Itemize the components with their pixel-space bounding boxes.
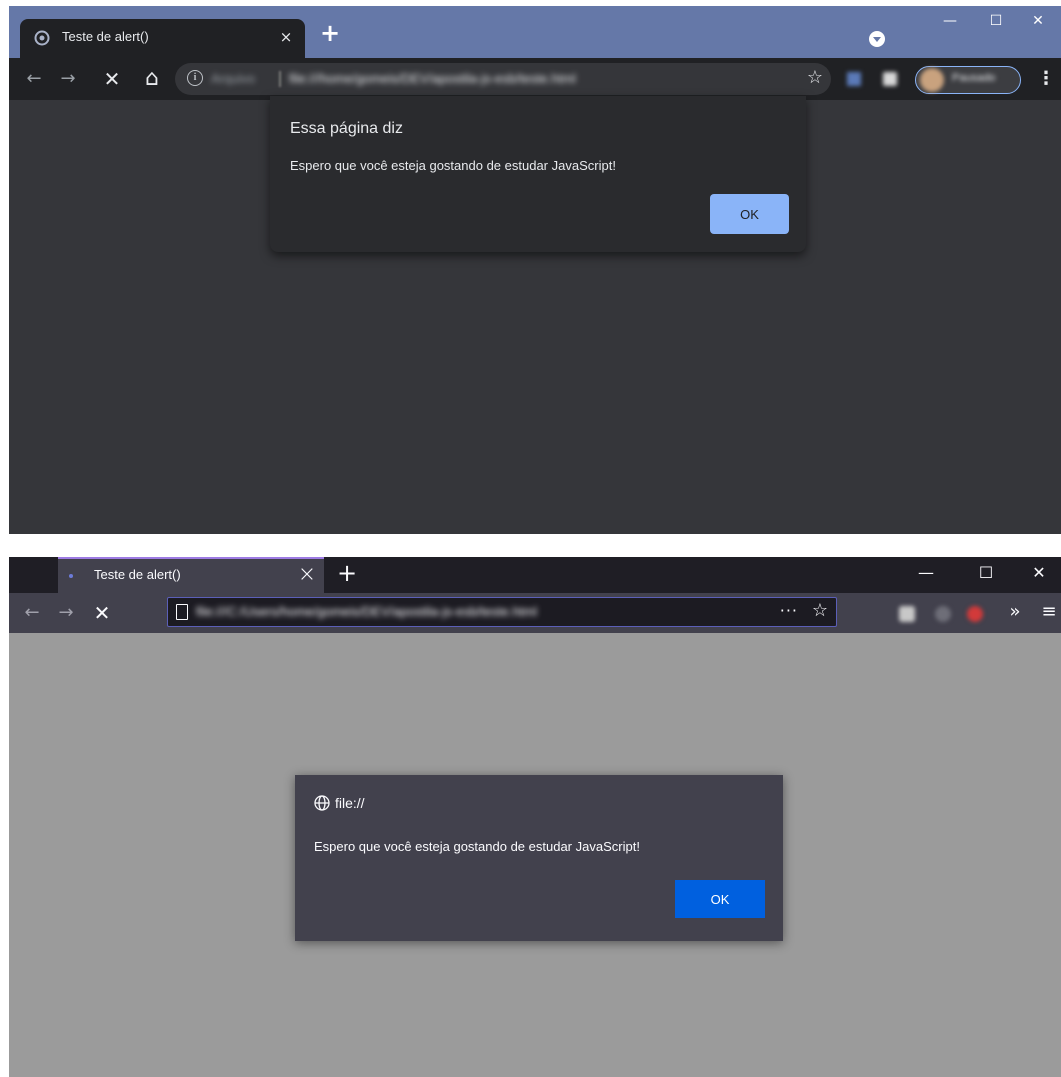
url-text[interactable]: file:///C:/Users/home/gomeis/DEV/apostil… [196,604,537,619]
avatar [920,68,944,92]
minimize-button[interactable]: — [904,561,948,587]
extension-icon[interactable] [899,606,915,622]
extension-icon[interactable] [935,606,951,622]
ok-button[interactable]: OK [675,880,765,918]
extension-icon[interactable] [967,606,983,622]
close-window-button[interactable]: ✕ [1015,6,1061,38]
dialog-title: Essa página diz [290,120,403,137]
new-tab-button[interactable]: + [334,561,360,587]
chrome-tab-title: Teste de alert() [62,29,149,44]
close-tab-icon[interactable]: × [275,26,297,48]
close-window-button[interactable]: ✕ [1017,561,1061,587]
firefox-page-content: file:// Espero que você esteja gostando … [9,633,1061,1077]
firefox-toolbar: ← → ✕ file:///C:/Users/home/gomeis/DEV/a… [9,593,1061,633]
extension-icon[interactable] [883,72,897,86]
ok-button[interactable]: OK [710,194,789,234]
forward-icon[interactable]: → [55,66,81,92]
chrome-toolbar: ← → ✕ ⌂ i Arquivo file:///home/gomeis/DE… [9,58,1061,100]
firefox-tab-title: Teste de alert() [94,567,181,582]
chrome-tab-strip: Teste de alert() × + — ☐ ✕ [9,6,1061,58]
bookmark-star-icon[interactable]: ☆ [807,67,823,88]
firefox-tab-bar: Teste de alert() × + — ☐ ✕ [9,557,1061,593]
extension-icon[interactable] [847,72,861,86]
globe-icon [314,795,330,811]
url-separator [279,71,281,87]
page-actions-icon[interactable]: ··· [780,601,798,620]
profile-button[interactable]: Pausado [915,66,1021,94]
chromium-icon [34,30,50,46]
chrome-browser-window: Teste de alert() × + — ☐ ✕ ← → ✕ ⌂ i Arq… [9,6,1061,534]
address-bar[interactable]: i Arquivo file:///home/gomeis/DEV/aposti… [175,63,831,95]
page-icon [176,604,188,620]
info-icon[interactable]: i [187,70,203,86]
alert-dialog: file:// Espero que você esteja gostando … [295,775,783,941]
maximize-button[interactable]: ☐ [964,561,1008,587]
overflow-menu-icon[interactable]: » [1003,600,1027,626]
minimize-button[interactable]: — [927,6,973,38]
home-icon[interactable]: ⌂ [139,66,165,92]
profile-name: Pausado [952,72,996,84]
address-bar[interactable]: file:///C:/Users/home/gomeis/DEV/apostil… [167,597,837,627]
dialog-message: Espero que você esteja gostando de estud… [290,158,616,173]
dialog-origin: file:// [335,795,365,811]
chrome-tab[interactable]: Teste de alert() × [20,19,305,58]
stop-loading-icon[interactable]: ✕ [99,66,125,92]
bookmark-star-icon[interactable]: ☆ [812,600,828,621]
firefox-browser-window: Teste de alert() × + — ☐ ✕ ← → ✕ file://… [9,557,1061,1077]
url-scheme-label: Arquivo [211,71,256,86]
chevron-down-icon[interactable] [869,31,885,47]
loading-indicator-icon [69,574,73,578]
chrome-page-content: Essa página diz Espero que você esteja g… [9,96,1061,534]
hamburger-menu-icon[interactable]: ≡ [1039,600,1059,626]
close-tab-icon[interactable]: × [294,563,320,589]
alert-dialog: Essa página diz Espero que você esteja g… [270,96,806,252]
stop-loading-icon[interactable]: ✕ [89,600,115,626]
back-icon[interactable]: ← [21,66,47,92]
forward-icon[interactable]: → [53,600,79,626]
maximize-button[interactable]: ☐ [973,6,1019,38]
dialog-message: Espero que você esteja gostando de estud… [314,839,640,854]
new-tab-button[interactable]: + [317,21,343,47]
url-text[interactable]: file:///home/gomeis/DEV/apostila-js-esb/… [289,71,576,86]
firefox-tab[interactable]: Teste de alert() × [58,557,324,593]
back-icon[interactable]: ← [19,600,45,626]
menu-icon[interactable]: ⋮ [1037,66,1055,92]
